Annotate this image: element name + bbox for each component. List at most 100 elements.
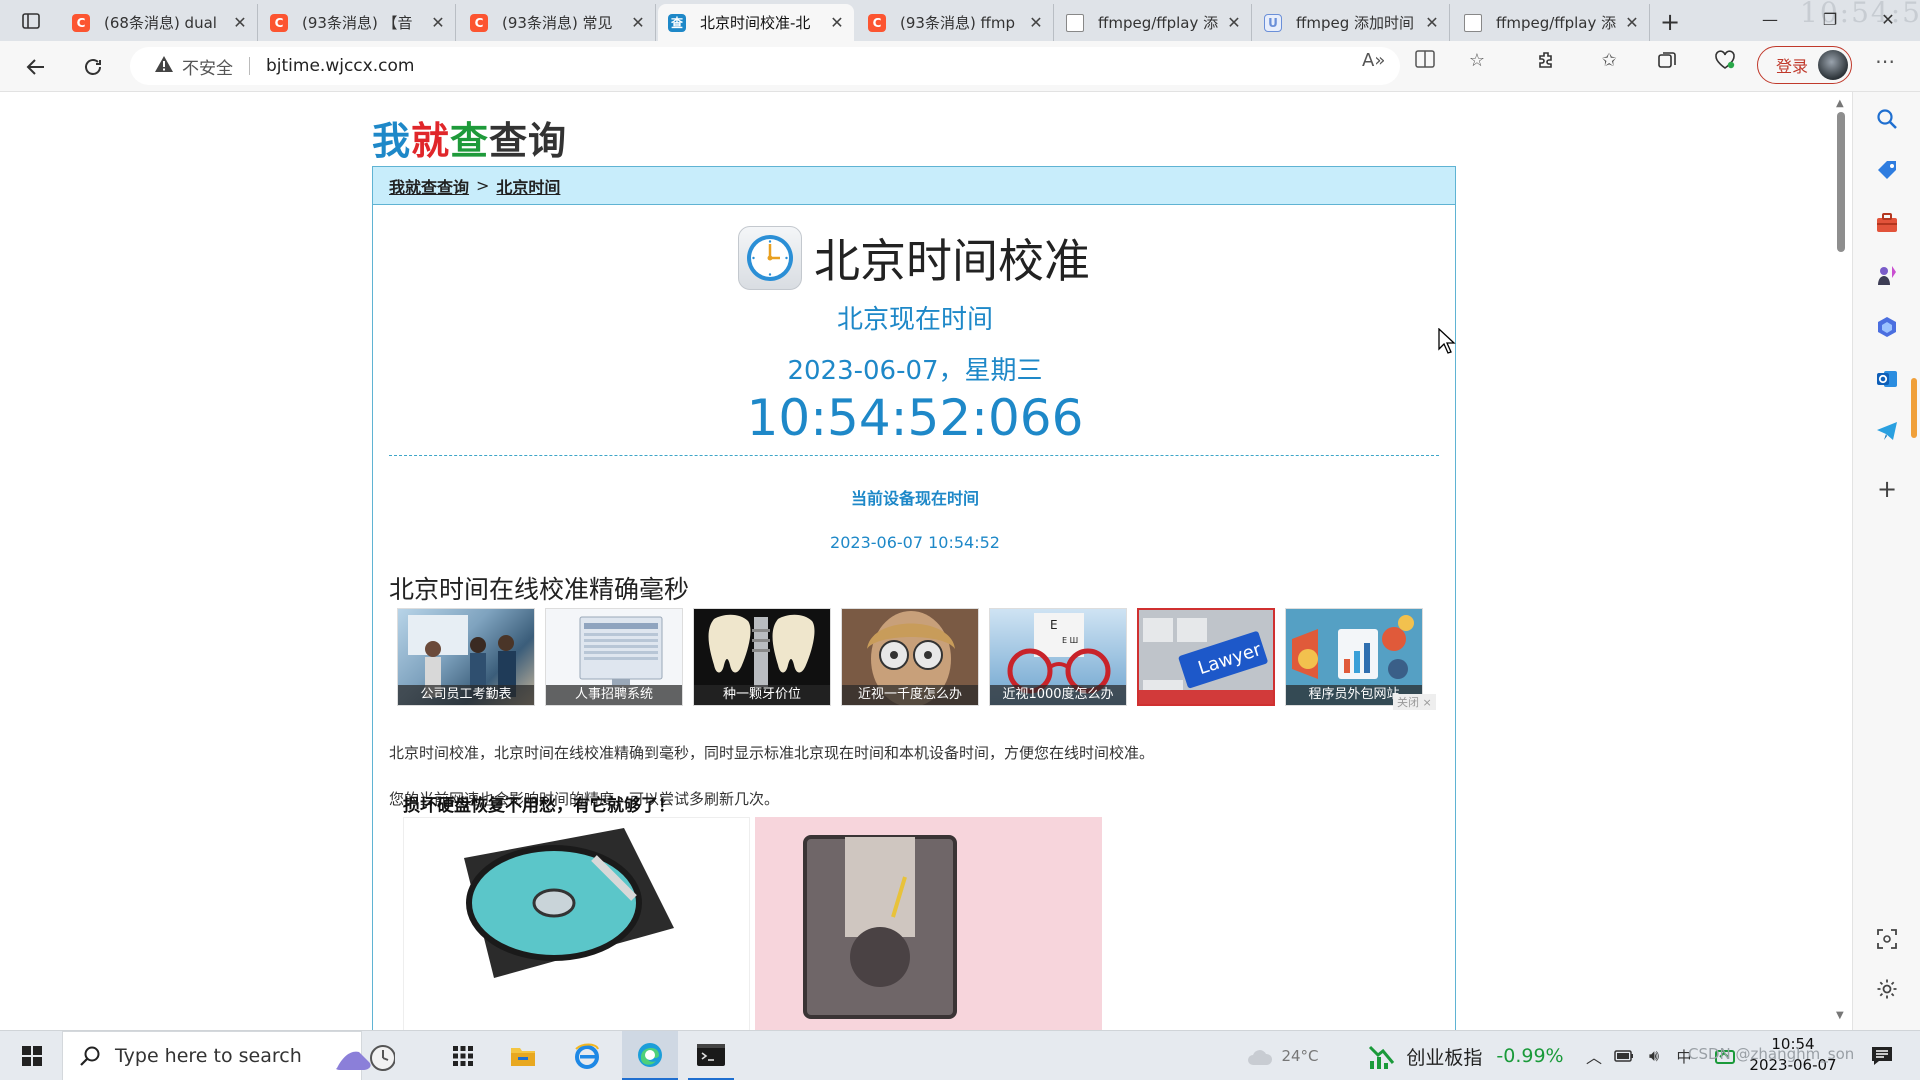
task-view-icon[interactable] — [446, 1031, 480, 1080]
new-tab-button[interactable]: + — [1656, 8, 1684, 36]
section-heading: 北京时间在线校准精确毫秒 — [389, 575, 690, 604]
scroll-up-arrow-icon[interactable]: ▲ — [1836, 98, 1844, 109]
restore-button[interactable]: ❐ — [1810, 6, 1850, 34]
promo-image[interactable] — [755, 817, 1102, 1030]
telegram-send-icon[interactable] — [1874, 418, 1900, 444]
close-tab-icon[interactable]: ✕ — [1227, 13, 1241, 32]
windows-start-icon[interactable] — [14, 1031, 50, 1080]
taskbar-search-placeholder: Type here to search — [115, 1045, 302, 1067]
back-arrow-icon[interactable] — [22, 53, 50, 81]
notification-center-icon[interactable] — [1862, 1031, 1902, 1080]
breadcrumb-separator: > — [476, 176, 490, 195]
content-panel: 我就查查询 > 北京时间 北京时间校准 北京现在时间 2023-06-07，星期… — [372, 166, 1456, 1030]
stock-chart-icon — [1369, 1045, 1395, 1069]
tab-bar: C (68条消息) dual ✕ C (93条消息) 【音 ✕ C (93条消息) 常见 ✕ 查北… — [0, 0, 1920, 41]
ad-item[interactable]: 近视一千度怎么办 — [841, 608, 979, 706]
close-tab-icon[interactable]: ✕ — [1425, 13, 1439, 32]
ad-item[interactable]: Lawyer — [1137, 608, 1275, 706]
terminal-icon[interactable] — [688, 1031, 734, 1080]
browser-tab[interactable]: C (93条消息) 常见 ✕ — [460, 4, 656, 41]
close-tab-icon[interactable]: ✕ — [1029, 13, 1043, 32]
split-screen-icon[interactable] — [1414, 50, 1436, 72]
browser-tab[interactable]: Uffmpeg 添加时间 ✕ — [1254, 4, 1450, 41]
read-aloud-icon[interactable]: A» — [1362, 50, 1385, 72]
device-time: 2023-06-07 10:54:52 — [830, 533, 1000, 552]
file-explorer-icon[interactable] — [506, 1031, 540, 1080]
site-logo[interactable]: 我就查查询 — [372, 110, 567, 165]
ad-caption: 公司员工考勤表 — [398, 685, 534, 705]
more-menu-icon[interactable]: ⋯ — [1874, 50, 1896, 72]
browser-tab[interactable]: C (93条消息) 【音 ✕ — [260, 4, 456, 41]
stock-value: -0.99% — [1496, 1045, 1564, 1067]
close-window-button[interactable]: ✕ — [1868, 6, 1908, 34]
headline-text: 北京时间校准 — [814, 234, 1090, 288]
stock-widget[interactable]: 创业板指 -0.99% — [1366, 1031, 1566, 1080]
favorite-star-icon[interactable]: ☆ — [1466, 50, 1488, 72]
shopping-tag-icon[interactable] — [1874, 158, 1900, 184]
favorites-icon[interactable]: ✩ — [1598, 50, 1620, 72]
close-tab-icon[interactable]: ✕ — [431, 13, 445, 32]
browser-tab[interactable]: ffmpeg/ffplay 添 ✕ — [1454, 4, 1650, 41]
edge-browser-icon[interactable] — [622, 1031, 678, 1080]
settings-gear-icon[interactable] — [1874, 976, 1900, 1002]
close-tab-icon[interactable]: ✕ — [233, 13, 247, 32]
login-button[interactable]: 登录 — [1757, 46, 1852, 84]
volume-icon[interactable]: 🔊︎ — [1642, 1031, 1666, 1080]
extensions-icon[interactable] — [1536, 50, 1558, 72]
clock-icon — [738, 226, 802, 290]
ad-item[interactable]: 公司员工考勤表 — [397, 608, 535, 706]
ad-close-button[interactable]: 关闭 × — [1393, 694, 1436, 710]
ad-caption: 种一颗牙价位 — [694, 685, 830, 705]
csdn-icon: C — [470, 13, 488, 32]
promo-title[interactable]: 损坏硬盘恢复不用愁，有它就够了！ — [403, 791, 675, 816]
url-separator — [249, 57, 250, 75]
close-tab-icon[interactable]: ✕ — [1625, 13, 1639, 32]
battery-icon[interactable] — [1612, 1031, 1636, 1080]
tab-title: (93条消息) ffmp — [900, 14, 1016, 32]
login-label: 登录 — [1776, 57, 1809, 76]
beijing-time-label: 北京现在时间 — [836, 305, 993, 335]
warning-icon[interactable] — [154, 55, 174, 78]
browser-tab[interactable]: C (93条消息) ffmp ✕ — [858, 4, 1054, 41]
ad-item[interactable]: 种一颗牙价位 — [693, 608, 831, 706]
page-scrollbar[interactable]: ▲ ▼ — [1830, 92, 1852, 1030]
scroll-down-arrow-icon[interactable]: ▼ — [1836, 1010, 1844, 1021]
breadcrumb-home-link[interactable]: 我就查查询 — [389, 174, 469, 198]
url-text[interactable]: bjtime.wjccx.com — [266, 56, 414, 76]
weather-widget[interactable]: 24°C — [1228, 1031, 1338, 1080]
taskbar-search-box[interactable]: Type here to search — [62, 1031, 395, 1080]
ad-item[interactable]: E E Ш 近视1000度怎么办 — [989, 608, 1127, 706]
browser-essentials-icon[interactable] — [1714, 50, 1736, 72]
collections-icon[interactable] — [1656, 50, 1678, 72]
search-highlight-icon — [336, 1045, 395, 1071]
tools-briefcase-icon[interactable] — [1874, 210, 1900, 236]
tab-actions-icon[interactable] — [14, 9, 48, 33]
add-sidebar-icon[interactable]: + — [1874, 475, 1900, 503]
screenshot-capture-icon[interactable] — [1874, 926, 1900, 952]
close-tab-icon[interactable]: ✕ — [830, 13, 844, 32]
web-page: 我就查查询 我就查查询 > 北京时间 北京时间校准 北京现在时间 2023-06… — [0, 92, 1830, 1030]
breadcrumb-current-link[interactable]: 北京时间 — [496, 174, 560, 198]
address-bar[interactable]: 不安全 bjtime.wjccx.com — [130, 47, 1400, 85]
tray-expand-chevron-icon[interactable]: ︿ — [1584, 1031, 1604, 1080]
csdn-watermark: CSDN @zhanghm_son — [1688, 1045, 1855, 1063]
description-paragraph: 北京时间校准，北京时间在线校准精确到毫秒，同时显示标准北京现在时间和本机设备时间… — [389, 744, 1155, 762]
internet-explorer-icon[interactable] — [570, 1031, 604, 1080]
browser-tab[interactable]: ffmpeg/ffplay 添 ✕ — [1056, 4, 1252, 41]
browser-tab[interactable]: C (68条消息) dual ✕ — [62, 4, 258, 41]
minimize-button[interactable]: — — [1750, 6, 1790, 34]
games-icon[interactable] — [1874, 262, 1900, 288]
promo-image[interactable] — [403, 817, 750, 1030]
tab-title: ffmpeg/ffplay 添 — [1496, 14, 1617, 32]
browser-tab[interactable]: 查北京时间校准-北 ✕ — [658, 4, 854, 41]
outlook-icon[interactable] — [1874, 366, 1900, 392]
refresh-icon[interactable] — [79, 53, 107, 81]
beijing-time: 10:54:52:066 — [746, 389, 1084, 447]
close-tab-icon[interactable]: ✕ — [631, 13, 645, 32]
search-icon[interactable] — [1874, 106, 1900, 132]
ad-item[interactable]: 程序员外包网站 — [1285, 608, 1423, 706]
ad-item[interactable]: 人事招聘系统 — [545, 608, 683, 706]
office-icon[interactable] — [1874, 314, 1900, 340]
scroll-thumb[interactable] — [1837, 112, 1845, 252]
security-label[interactable]: 不安全 — [182, 54, 233, 79]
